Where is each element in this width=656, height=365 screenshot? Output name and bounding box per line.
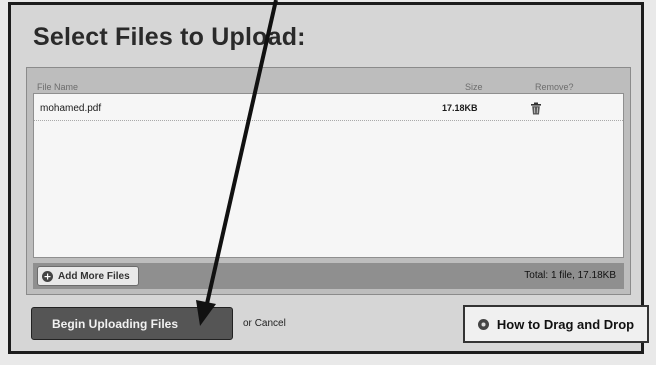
file-list-footer: Add More Files Total: 1 file, 17.18KB bbox=[33, 263, 624, 289]
file-row: mohamed.pdf 17.18KB bbox=[34, 98, 623, 121]
how-to-drag-and-drop-button[interactable]: How to Drag and Drop bbox=[463, 305, 649, 343]
add-more-files-label: Add More Files bbox=[58, 270, 130, 282]
or-cancel: or Cancel bbox=[243, 318, 286, 329]
dialog-title: Select Files to Upload: bbox=[33, 23, 306, 51]
or-text: or bbox=[243, 318, 252, 329]
file-size: 17.18KB bbox=[442, 103, 478, 113]
file-panel: File Name Size Remove? mohamed.pdf 17.18… bbox=[26, 67, 631, 295]
cancel-link[interactable]: Cancel bbox=[255, 318, 286, 329]
upload-dialog: Select Files to Upload: File Name Size R… bbox=[8, 2, 649, 354]
info-circle-icon bbox=[477, 318, 489, 330]
trash-icon[interactable] bbox=[528, 100, 544, 116]
column-header-file-name: File Name bbox=[37, 82, 79, 92]
add-more-files-button[interactable]: Add More Files bbox=[37, 266, 139, 286]
file-name: mohamed.pdf bbox=[40, 103, 102, 114]
begin-uploading-label: Begin Uploading Files bbox=[52, 316, 179, 331]
file-list: mohamed.pdf 17.18KB bbox=[33, 93, 624, 258]
column-header-size: Size bbox=[465, 82, 483, 92]
begin-uploading-button[interactable]: Begin Uploading Files bbox=[31, 307, 233, 340]
how-to-drag-and-drop-label: How to Drag and Drop bbox=[496, 316, 635, 332]
column-header-remove: Remove? bbox=[535, 82, 574, 92]
plus-circle-icon bbox=[42, 270, 53, 282]
total-summary: Total: 1 file, 17.18KB bbox=[524, 270, 616, 281]
